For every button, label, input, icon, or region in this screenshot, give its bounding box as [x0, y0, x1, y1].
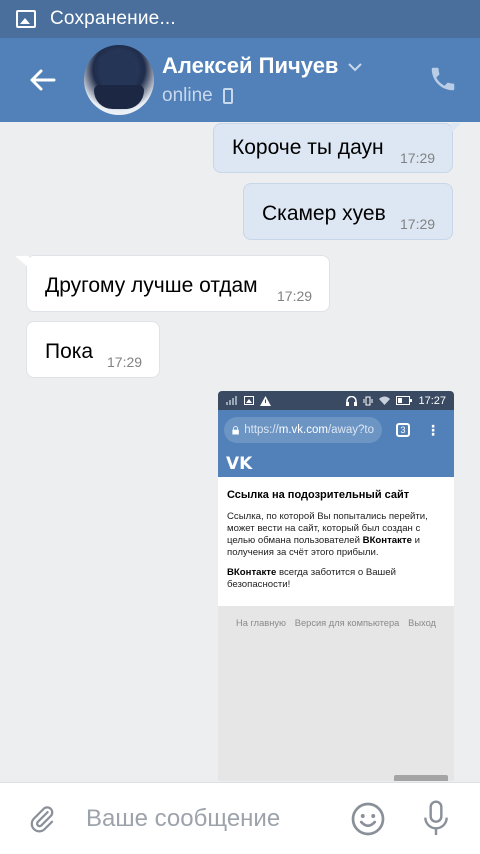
image-attachment[interactable]: 17:27 https://m.vk.com/away?to 3 ⋮ VK Сс…	[218, 391, 454, 781]
attachment-status-time: 17:27	[418, 394, 446, 407]
message-time: 17:29	[107, 354, 143, 370]
tabs-count-icon: 3	[396, 423, 410, 437]
attachment-warning-card: Ссылка на подозрительный сайт Ссылка, по…	[218, 477, 454, 606]
message-bubble-incoming[interactable]: Пока 17:29	[26, 321, 160, 378]
message-bubble-outgoing[interactable]: Короче ты даун 17:29	[213, 123, 461, 173]
lock-icon	[232, 425, 239, 435]
paperclip-icon	[30, 805, 54, 832]
headphones-icon	[346, 395, 358, 406]
call-icon[interactable]	[428, 64, 458, 94]
attachment-footer-link: На главную	[236, 618, 286, 628]
message-time: 17:29	[400, 150, 436, 166]
message-bubble-outgoing[interactable]: Скамер хуев 17:29	[243, 183, 453, 240]
message-time: 17:29	[400, 216, 436, 232]
contact-info[interactable]: Алексей Пичуев online	[162, 53, 363, 107]
message-text: Другому лучше отдам	[45, 274, 258, 297]
battery-icon	[396, 396, 413, 405]
contact-name: Алексей Пичуев	[162, 53, 339, 78]
message-text: Короче ты даун	[232, 136, 384, 159]
signal-icon	[226, 396, 237, 405]
back-button[interactable]	[0, 38, 84, 122]
wifi-icon	[379, 396, 391, 405]
vibrate-icon	[363, 396, 373, 405]
status-text: Сохранение...	[50, 8, 176, 29]
warning-icon	[260, 395, 271, 406]
message-time: 17:29	[277, 288, 313, 304]
attachment-title: Ссылка на подозрительный сайт	[227, 489, 410, 501]
attachment-url-bar: https://m.vk.com/away?to 3 ⋮	[218, 410, 454, 450]
vk-logo: VK	[218, 450, 454, 477]
attachment-paragraph: ВКонтакте всегда заботится о Вашей безоп…	[227, 567, 396, 590]
online-status: online	[162, 85, 213, 106]
message-composer	[0, 782, 480, 854]
avatar[interactable]	[84, 45, 154, 115]
chevron-down-icon	[348, 63, 363, 72]
attachment-status-bar: 17:27	[218, 391, 454, 410]
mobile-phone-icon	[222, 88, 233, 104]
image-icon	[16, 10, 36, 28]
emoji-icon[interactable]	[350, 801, 386, 837]
attachment-url: https://m.vk.com/away?to	[224, 417, 382, 443]
message-text: Пока	[45, 340, 94, 363]
attachment-paragraph: Ссылка, по которой Вы попытались перейти…	[227, 511, 428, 558]
more-menu-icon: ⋮	[426, 422, 440, 438]
microphone-icon[interactable]	[420, 799, 452, 839]
status-bar: Сохранение...	[0, 0, 480, 38]
back-arrow-icon	[30, 69, 56, 91]
message-text: Скамер хуев	[262, 202, 386, 225]
image-icon	[244, 396, 254, 405]
message-bubble-incoming[interactable]: Другому лучше отдам 17:29	[15, 255, 330, 312]
attachment-footer: На главную Версия для компьютера Выход	[218, 606, 454, 628]
message-input[interactable]	[86, 804, 326, 833]
attach-button[interactable]	[24, 801, 60, 837]
attachment-footer-link: Версия для компьютера	[294, 618, 400, 628]
chat-header: Алексей Пичуев online	[0, 38, 480, 122]
attachment-footer-link: Выход	[408, 618, 436, 628]
